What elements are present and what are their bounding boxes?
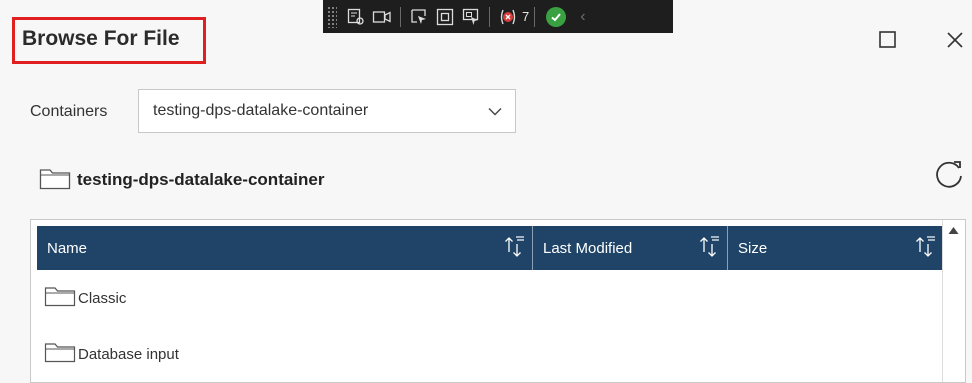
row-name: Classic	[78, 289, 127, 307]
dialog-title: Browse For File	[22, 27, 180, 50]
close-button[interactable]	[943, 28, 967, 52]
select-element-icon[interactable]	[406, 4, 432, 30]
toolbar-separator	[534, 6, 536, 27]
toolbar-separator	[400, 6, 401, 27]
current-path: testing-dps-datalake-container	[77, 170, 325, 189]
binding-failures-icon[interactable]	[495, 4, 521, 30]
live-visual-tree-icon[interactable]	[343, 4, 369, 30]
table-row[interactable]: Database input	[44, 339, 179, 369]
sort-icon[interactable]	[699, 234, 721, 260]
column-header-name[interactable]: Name	[37, 226, 533, 270]
sort-icon[interactable]	[504, 234, 526, 260]
vertical-scrollbar[interactable]	[942, 220, 965, 382]
sort-icon[interactable]	[915, 234, 937, 260]
containers-label: Containers	[30, 103, 108, 120]
maximize-icon	[879, 31, 896, 48]
track-focus-icon[interactable]	[458, 4, 484, 30]
file-table[interactable]: Name Last Modified Size Classic Database…	[30, 219, 966, 383]
scroll-up-icon[interactable]	[948, 226, 959, 235]
row-name: Database input	[78, 345, 179, 363]
containers-dropdown[interactable]: testing-dps-datalake-container	[138, 89, 516, 133]
refresh-icon	[936, 161, 962, 188]
grip-handle[interactable]	[327, 5, 337, 28]
folder-icon	[39, 166, 71, 195]
column-header-size[interactable]: Size	[728, 226, 943, 270]
column-header-last-modified[interactable]: Last Modified	[533, 226, 728, 270]
toolbar-separator	[489, 6, 490, 27]
debug-toolbar: 7 ‹	[323, 0, 673, 33]
table-row[interactable]: Classic	[44, 283, 126, 313]
close-icon	[947, 32, 963, 48]
refresh-button[interactable]	[932, 158, 966, 192]
folder-icon	[44, 341, 76, 367]
status-ok-icon[interactable]	[546, 6, 567, 27]
display-layout-adorners-icon[interactable]	[432, 4, 458, 30]
maximize-button[interactable]	[876, 28, 900, 52]
record-icon[interactable]	[369, 4, 395, 30]
collapse-chevron-icon[interactable]: ‹	[580, 8, 585, 26]
chevron-down-icon	[475, 107, 515, 116]
binding-failures-count: 7	[522, 9, 530, 24]
containers-selected-value: testing-dps-datalake-container	[153, 102, 369, 119]
table-header: Name Last Modified Size	[37, 226, 943, 270]
folder-icon	[44, 285, 76, 311]
